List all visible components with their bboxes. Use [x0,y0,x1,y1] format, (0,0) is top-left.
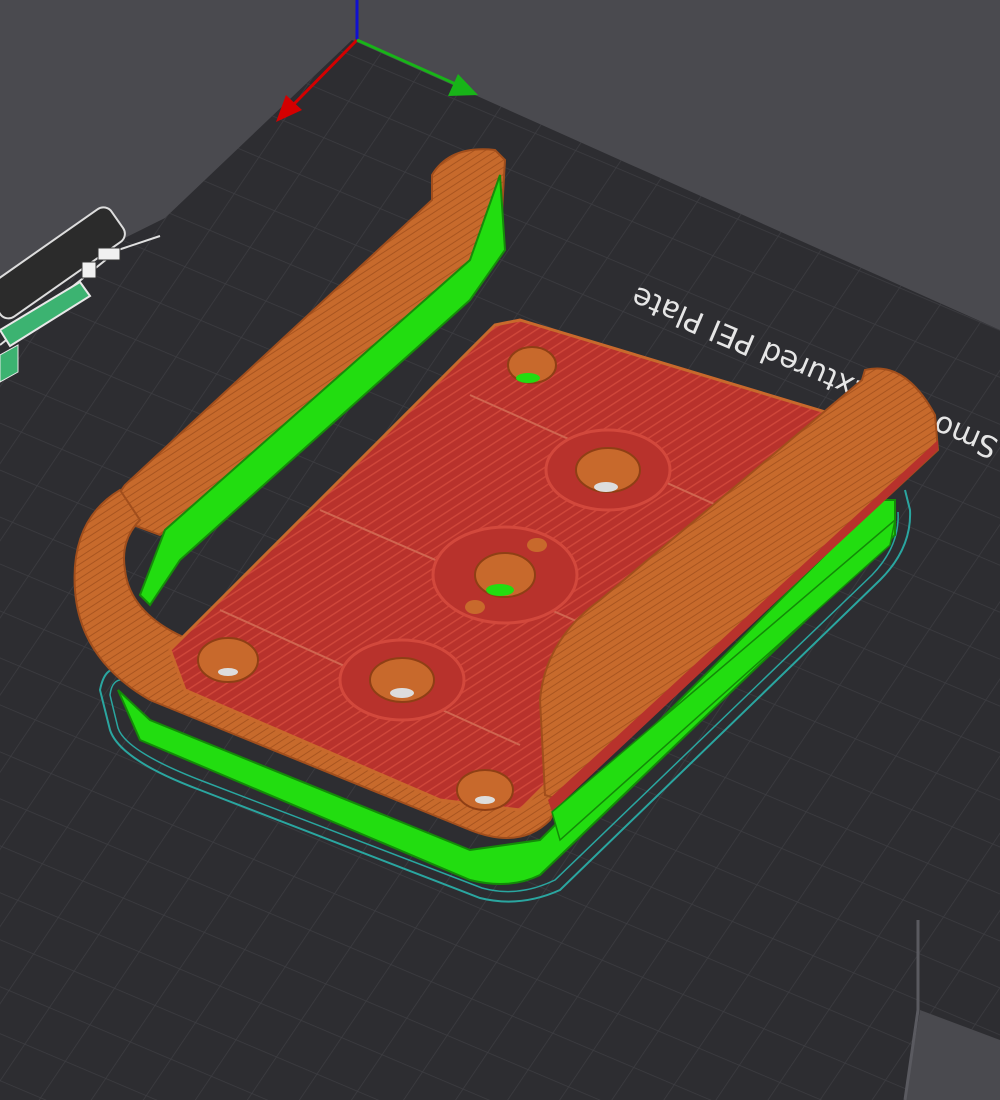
layer-slider-handle-icon[interactable] [81,261,97,279]
3d-viewport[interactable]: Smooth Textured PEI Plate [0,0,1000,1100]
slider-lock-icon[interactable] [97,247,121,261]
scene-canvas[interactable]: Smooth Textured PEI Plate [0,0,1000,1100]
